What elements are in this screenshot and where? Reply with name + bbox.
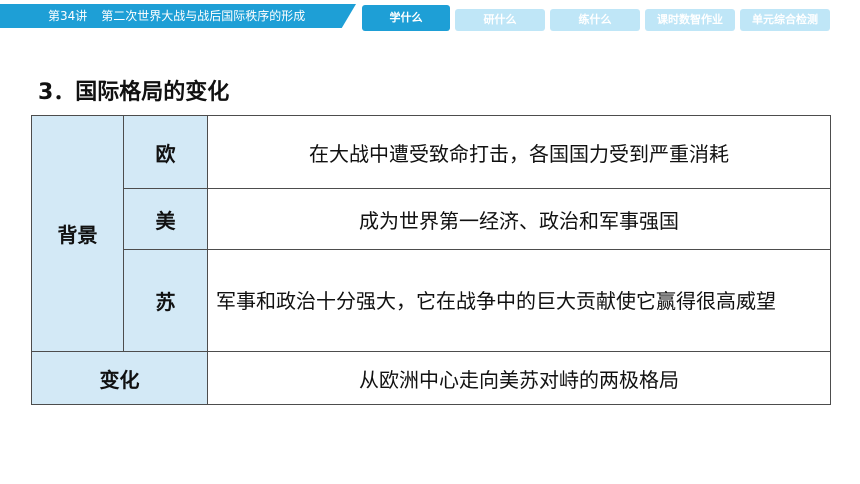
section-title: 3．国际格局的变化 <box>38 80 230 105</box>
tab-unit-test[interactable]: 单元综合检测 <box>740 9 830 31</box>
change-description: 从欧洲中心走向美苏对峙的两极格局 <box>207 351 831 405</box>
tab-learn-what[interactable]: 学什么 <box>362 5 450 31</box>
tab-practice-what[interactable]: 练什么 <box>550 9 640 31</box>
change-label: 变化 <box>31 351 208 405</box>
table-row: 背景 欧 在大战中遭受致命打击，各国国力受到严重消耗 <box>31 115 831 352</box>
pattern-change-table: 背景 欧 在大战中遭受致命打击，各国国力受到严重消耗 美 成为世界第一经济、政治… <box>31 115 831 405</box>
table-row: 美 成为世界第一经济、政治和军事强国 <box>32 188 831 250</box>
top-navigation-bar: 第34讲 第二次世界大战与战后国际秩序的形成 学什么 研什么 练什么 课时数智作业… <box>0 0 860 38</box>
region-europe: 欧 <box>123 115 208 189</box>
usa-description: 成为世界第一经济、政治和军事强国 <box>207 188 831 250</box>
table-row: 苏 军事和政治十分强大，它在战争中的巨大贡献使它赢得很高威望 <box>32 249 831 352</box>
lesson-title: 第二次世界大战与战后国际秩序的形成 <box>101 9 306 23</box>
region-usa: 美 <box>123 188 208 250</box>
lesson-number: 第34讲 <box>48 9 88 23</box>
tab-study-what[interactable]: 研什么 <box>455 9 545 31</box>
background-label: 背景 <box>31 115 124 352</box>
table-row: 变化 从欧洲中心走向美苏对峙的两极格局 <box>31 351 831 405</box>
soviet-description: 军事和政治十分强大，它在战争中的巨大贡献使它赢得很高威望 <box>207 249 831 352</box>
europe-description: 在大战中遭受致命打击，各国国力受到严重消耗 <box>207 115 831 189</box>
region-soviet: 苏 <box>123 249 208 352</box>
tab-lesson-homework[interactable]: 课时数智作业 <box>645 9 735 31</box>
lesson-banner: 第34讲 第二次世界大战与战后国际秩序的形成 <box>0 4 356 28</box>
